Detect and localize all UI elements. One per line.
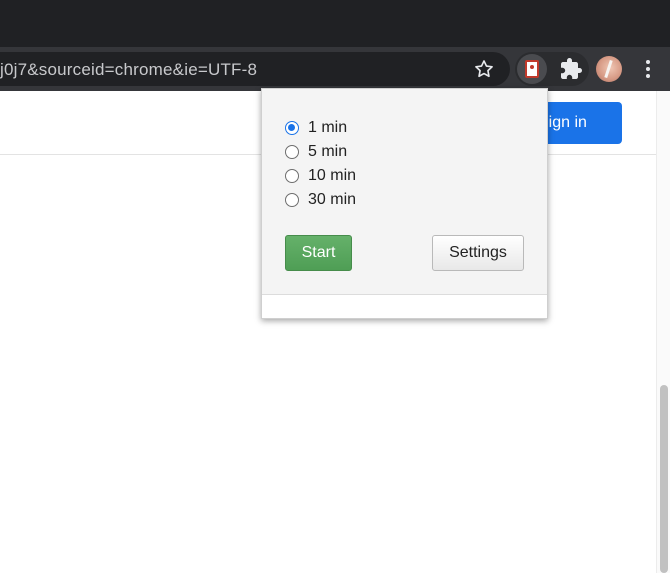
puzzle-icon[interactable] <box>559 57 583 81</box>
radio-button-checked[interactable] <box>285 121 299 135</box>
timer-extension-icon[interactable] <box>517 54 547 84</box>
radio-button[interactable] <box>285 145 299 159</box>
option-label: 30 min <box>308 191 357 208</box>
start-button[interactable]: Start <box>285 235 352 271</box>
address-bar[interactable]: j0j7&sourceid=chrome&ie=UTF-8 <box>0 52 510 86</box>
option-1-min[interactable]: 1 min <box>285 117 347 139</box>
extension-logo <box>525 60 539 78</box>
option-5-min[interactable]: 5 min <box>285 141 347 163</box>
radio-button[interactable] <box>285 193 299 207</box>
option-30-min[interactable]: 30 min <box>285 189 356 211</box>
radio-button[interactable] <box>285 169 299 183</box>
popup-panel: 1 min 5 min 10 min 30 min Start Settings <box>262 89 547 295</box>
option-label: 1 min <box>308 119 348 136</box>
address-bar-url: j0j7&sourceid=chrome&ie=UTF-8 <box>0 60 258 79</box>
browser-tab-strip <box>0 0 670 47</box>
scrollbar-thumb[interactable] <box>660 385 668 573</box>
option-10-min[interactable]: 10 min <box>285 165 356 187</box>
settings-button[interactable]: Settings <box>432 235 524 271</box>
option-label: 10 min <box>308 167 357 184</box>
avatar[interactable] <box>596 56 622 82</box>
kebab-menu-icon[interactable] <box>638 58 658 80</box>
option-label: 5 min <box>308 143 348 160</box>
star-icon[interactable] <box>473 58 495 80</box>
extension-popup: 1 min 5 min 10 min 30 min Start Settings <box>261 88 548 319</box>
